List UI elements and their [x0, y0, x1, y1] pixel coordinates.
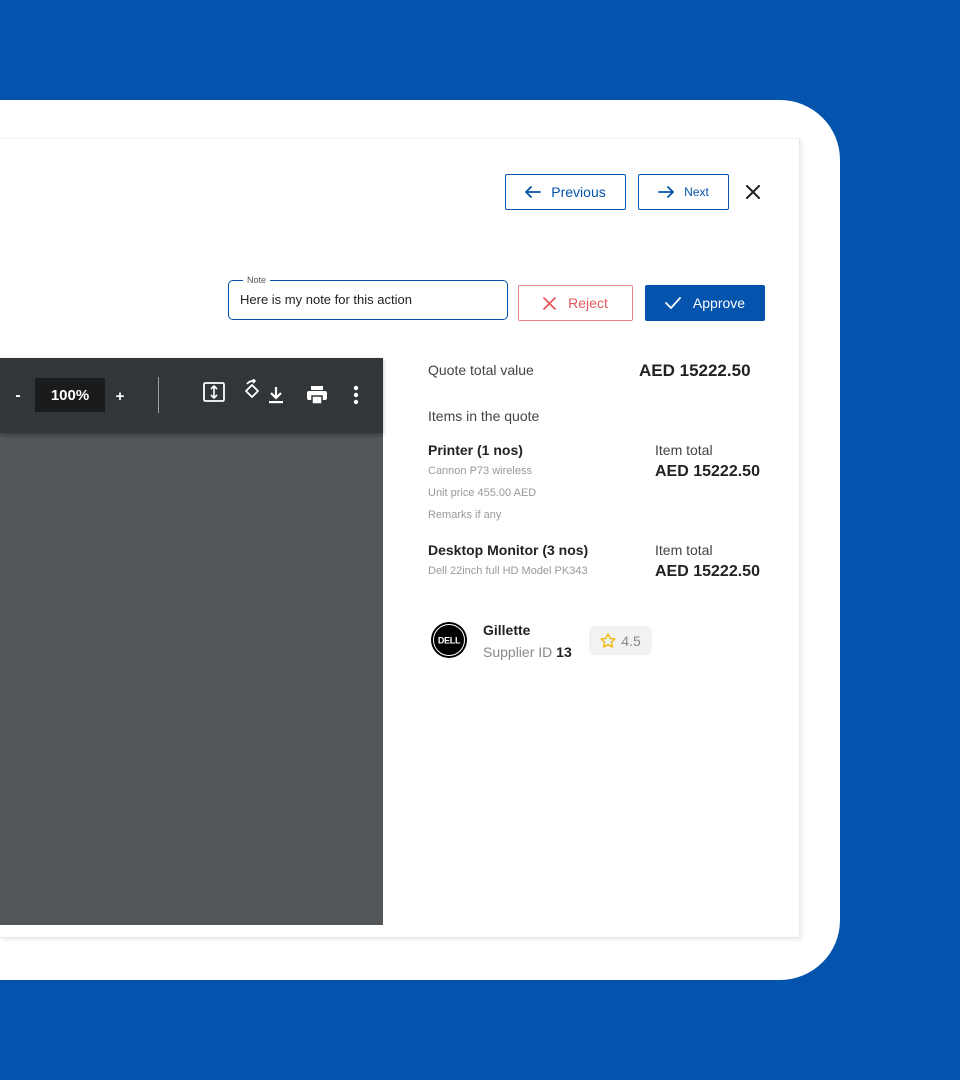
supplier-logo-ring — [433, 624, 465, 656]
arrow-left-icon — [525, 186, 542, 198]
note-field[interactable]: Note Here is my note for this action — [228, 275, 508, 320]
note-legend: Note — [243, 275, 271, 285]
rotate-icon — [245, 379, 259, 398]
item-total-value: AED 15222.50 — [655, 563, 760, 580]
more-options-button[interactable] — [348, 382, 364, 408]
next-label: Next — [684, 185, 709, 199]
reject-label: Reject — [568, 295, 608, 311]
supplier-id-label: Supplier ID — [483, 644, 557, 660]
zoom-level-field[interactable]: 100% — [35, 378, 105, 412]
star-icon — [600, 633, 616, 648]
download-button[interactable] — [266, 384, 286, 406]
previous-button[interactable]: Previous — [505, 174, 626, 210]
items-heading: Items in the quote — [428, 408, 540, 424]
next-button[interactable]: Next — [638, 174, 729, 210]
arrow-right-icon — [658, 186, 675, 198]
more-vertical-icon — [353, 385, 359, 405]
item-total-label: Item total — [655, 442, 713, 458]
supplier-id-value: 13 — [556, 644, 572, 660]
item-description: Cannon P73 wireless — [428, 465, 532, 477]
zoom-in-button[interactable]: + — [112, 384, 128, 408]
supplier-id: Supplier ID 13 — [483, 644, 572, 660]
supplier-rating-badge: 4.5 — [589, 626, 652, 655]
download-icon — [269, 387, 283, 404]
item-unit-price: Unit price 455.00 AED — [428, 487, 537, 499]
fit-page-button[interactable] — [202, 380, 226, 404]
reject-button[interactable]: Reject — [518, 285, 633, 321]
pdf-viewer: - 100% + — [0, 358, 383, 925]
item-total-label: Item total — [655, 542, 713, 558]
quote-total-value: AED 15222.50 — [639, 361, 751, 380]
printer-icon — [307, 386, 327, 405]
rotate-button[interactable] — [240, 378, 266, 404]
item-description: Dell 22inch full HD Model PK343 — [428, 565, 588, 577]
approve-button[interactable]: Approve — [645, 285, 765, 321]
quote-total-label: Quote total value — [428, 362, 534, 378]
supplier-name: Gillette — [483, 622, 531, 638]
fit-to-page-icon — [203, 382, 225, 402]
toolbar-divider — [158, 377, 159, 413]
approve-label: Approve — [692, 295, 746, 311]
rating-value: 4.5 — [621, 632, 641, 649]
check-icon — [665, 297, 681, 309]
item-name: Printer (1 nos) — [428, 442, 523, 458]
item-name: Desktop Monitor (3 nos) — [428, 542, 589, 558]
note-input-value[interactable]: Here is my note for this action — [240, 292, 412, 307]
previous-label: Previous — [551, 184, 606, 200]
item-remarks: Remarks if any — [428, 509, 502, 521]
zoom-out-button[interactable]: - — [10, 384, 26, 408]
x-icon — [543, 296, 557, 310]
item-total-value: AED 15222.50 — [655, 463, 760, 480]
close-icon — [746, 185, 760, 199]
print-button[interactable] — [304, 382, 330, 408]
close-button[interactable] — [740, 178, 766, 206]
pdf-toolbar: - 100% + — [0, 358, 383, 433]
